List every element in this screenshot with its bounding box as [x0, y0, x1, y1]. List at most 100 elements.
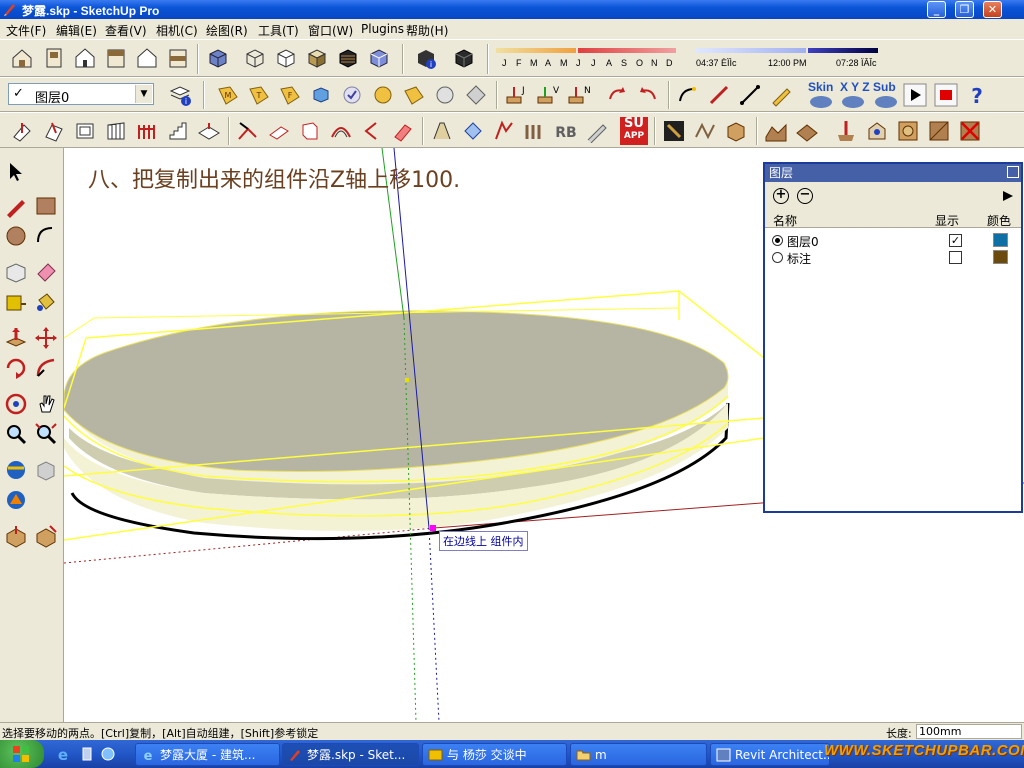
top-view-icon[interactable]	[42, 46, 66, 70]
model-info-icon[interactable]: i	[414, 46, 438, 70]
arc-icon[interactable]	[34, 224, 58, 248]
layer-manager-icon[interactable]: i	[168, 83, 192, 107]
minimize-button[interactable]: _	[927, 1, 946, 18]
menu-edit[interactable]: 编辑(E)	[56, 22, 97, 39]
align-n-icon[interactable]: N	[566, 83, 590, 107]
taskbar-item-revit[interactable]: Revit Architect...	[710, 743, 830, 766]
pencil-icon[interactable]	[769, 83, 793, 107]
drape-icon[interactable]	[865, 119, 889, 143]
blue-lattice-icon[interactable]	[461, 119, 485, 143]
menu-plugins[interactable]: Plugins	[361, 22, 404, 36]
ie-quicklaunch-icon[interactable]: e	[55, 746, 71, 762]
component-share-icon[interactable]	[4, 524, 28, 548]
column-name[interactable]: 名称	[773, 212, 797, 229]
pipe-tool-icon[interactable]	[430, 119, 454, 143]
column-color[interactable]: 颜色	[987, 212, 1011, 229]
menu-draw[interactable]: 绘图(R)	[206, 22, 248, 39]
explorer-quicklaunch-icon[interactable]	[100, 746, 116, 762]
xyz-button-icon[interactable]	[840, 92, 866, 110]
layer-color-swatch[interactable]	[993, 250, 1008, 264]
share-model-icon[interactable]	[34, 458, 58, 482]
stop-icon[interactable]	[934, 83, 958, 107]
skin-button-icon[interactable]	[808, 92, 834, 110]
eraser-icon[interactable]	[34, 260, 58, 284]
active-layer-radio[interactable]	[772, 235, 783, 246]
layer-select[interactable]: ✓ 图层0 ▼	[8, 83, 154, 106]
arc-tool-icon[interactable]	[676, 83, 700, 107]
time-slider-track[interactable]	[696, 48, 806, 53]
tag-gold-icon[interactable]	[371, 83, 395, 107]
pencil-line-icon[interactable]	[4, 194, 28, 218]
monochrome-style-icon[interactable]	[367, 46, 391, 70]
move-icon[interactable]	[34, 326, 58, 350]
push-pull-icon[interactable]	[4, 326, 28, 350]
tag-f-icon[interactable]: F	[278, 83, 302, 107]
rotate-icon[interactable]	[4, 356, 28, 380]
restore-button[interactable]: ❐	[955, 1, 974, 18]
get-models-icon[interactable]	[4, 458, 28, 482]
line-pencil-icon[interactable]	[707, 83, 731, 107]
fold-icon[interactable]	[693, 119, 717, 143]
hidden-line-style-icon[interactable]	[274, 46, 298, 70]
taskbar-item-sketchup[interactable]: 梦露.skp - Sket...	[282, 743, 419, 766]
help-question-icon[interactable]: ?	[965, 83, 989, 107]
menu-window[interactable]: 窗口(W)	[308, 22, 353, 39]
layer-name[interactable]: 图层0	[787, 233, 819, 250]
menu-tools[interactable]: 工具(T)	[258, 22, 299, 39]
menu-camera[interactable]: 相机(C)	[156, 22, 198, 39]
stamp-icon[interactable]	[834, 119, 858, 143]
layer-visible-checkbox[interactable]: ✓	[949, 234, 962, 247]
sphere-icon[interactable]	[433, 83, 457, 107]
push-pull-tool-icon[interactable]	[10, 119, 34, 143]
make-component-icon[interactable]	[4, 260, 28, 284]
box-unfold-icon[interactable]	[724, 119, 748, 143]
zoom-extents-icon[interactable]	[34, 422, 58, 446]
layer-row[interactable]: 标注	[765, 249, 1021, 266]
tape-measure-icon[interactable]	[4, 290, 28, 314]
start-button[interactable]	[0, 740, 44, 768]
terrain-icon[interactable]	[764, 119, 788, 143]
knife-tool-icon[interactable]	[585, 119, 609, 143]
red-sweep-icon[interactable]	[492, 119, 516, 143]
shaded-style-icon[interactable]	[305, 46, 329, 70]
extrude-tool-icon[interactable]	[42, 119, 66, 143]
wireframe-style-icon[interactable]	[243, 46, 267, 70]
red-angle-icon[interactable]	[360, 119, 384, 143]
select-arrow-icon[interactable]	[4, 160, 28, 184]
rotate-left-icon[interactable]	[605, 83, 629, 107]
rb-tool-icon[interactable]: RB	[554, 119, 578, 143]
red-arc-icon[interactable]	[329, 119, 353, 143]
zoom-icon[interactable]	[4, 422, 28, 446]
component-icon[interactable]	[452, 46, 476, 70]
menu-help[interactable]: 帮助(H)	[406, 22, 448, 39]
tag-t-icon[interactable]: T	[247, 83, 271, 107]
delete-terrain-icon[interactable]	[958, 119, 982, 143]
align-v-icon[interactable]: V	[535, 83, 559, 107]
tag-m-icon[interactable]: M	[216, 83, 240, 107]
menu-view[interactable]: 查看(V)	[105, 22, 147, 39]
right-view-icon[interactable]	[104, 46, 128, 70]
grid-tool-icon[interactable]	[104, 119, 128, 143]
fence-tool-icon[interactable]	[135, 119, 159, 143]
active-layer-radio[interactable]	[772, 252, 783, 263]
bars-tool-icon[interactable]	[523, 119, 547, 143]
left-view-icon[interactable]	[166, 46, 190, 70]
close-button[interactable]: ✕	[983, 1, 1002, 18]
back-view-icon[interactable]	[135, 46, 159, 70]
length-input[interactable]: 100mm	[916, 724, 1022, 739]
line-endpoints-icon[interactable]	[738, 83, 762, 107]
shaded-textures-style-icon[interactable]	[336, 46, 360, 70]
follow-me-icon[interactable]	[34, 356, 58, 380]
menu-file[interactable]: 文件(F)	[6, 22, 46, 39]
circle-icon[interactable]	[4, 224, 28, 248]
weld-tool-icon[interactable]	[236, 119, 260, 143]
layer-color-swatch[interactable]	[993, 233, 1008, 247]
blue-cube-icon[interactable]	[309, 83, 333, 107]
smoove-icon[interactable]	[896, 119, 920, 143]
pan-hand-icon[interactable]	[34, 392, 58, 416]
red-box-icon[interactable]	[298, 119, 322, 143]
play-icon[interactable]	[903, 83, 927, 107]
add-layer-icon[interactable]: +	[773, 188, 789, 204]
column-visible[interactable]: 显示	[935, 212, 959, 229]
flip-edge-icon[interactable]	[927, 119, 951, 143]
